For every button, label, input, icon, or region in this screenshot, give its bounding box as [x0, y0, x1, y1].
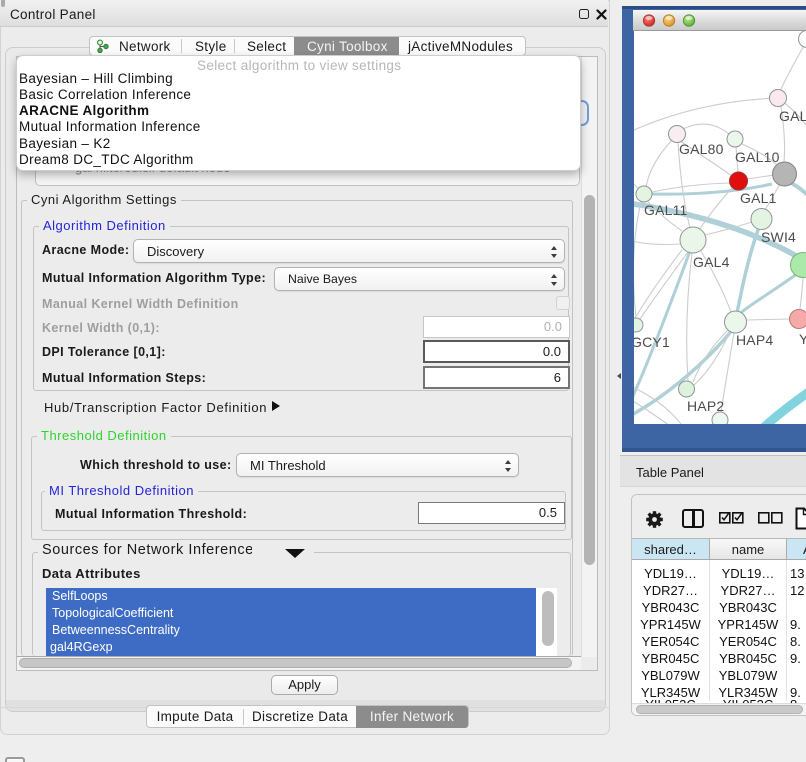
svg-text:HAP2: HAP2 — [687, 398, 724, 414]
svg-text:GCY1: GCY1 — [631, 334, 670, 350]
svg-text:GAL11: GAL11 — [644, 202, 688, 218]
svg-text:HAP4: HAP4 — [736, 332, 773, 348]
svg-text:Y: Y — [799, 331, 806, 347]
svg-text:GAL4: GAL4 — [693, 254, 730, 270]
svg-text:GAL10: GAL10 — [735, 149, 780, 165]
svg-text:GAL2: GAL2 — [779, 108, 806, 124]
svg-text:GAL1: GAL1 — [740, 190, 777, 206]
svg-text:SWI4: SWI4 — [761, 229, 796, 245]
svg-text:GAL80: GAL80 — [679, 141, 724, 157]
